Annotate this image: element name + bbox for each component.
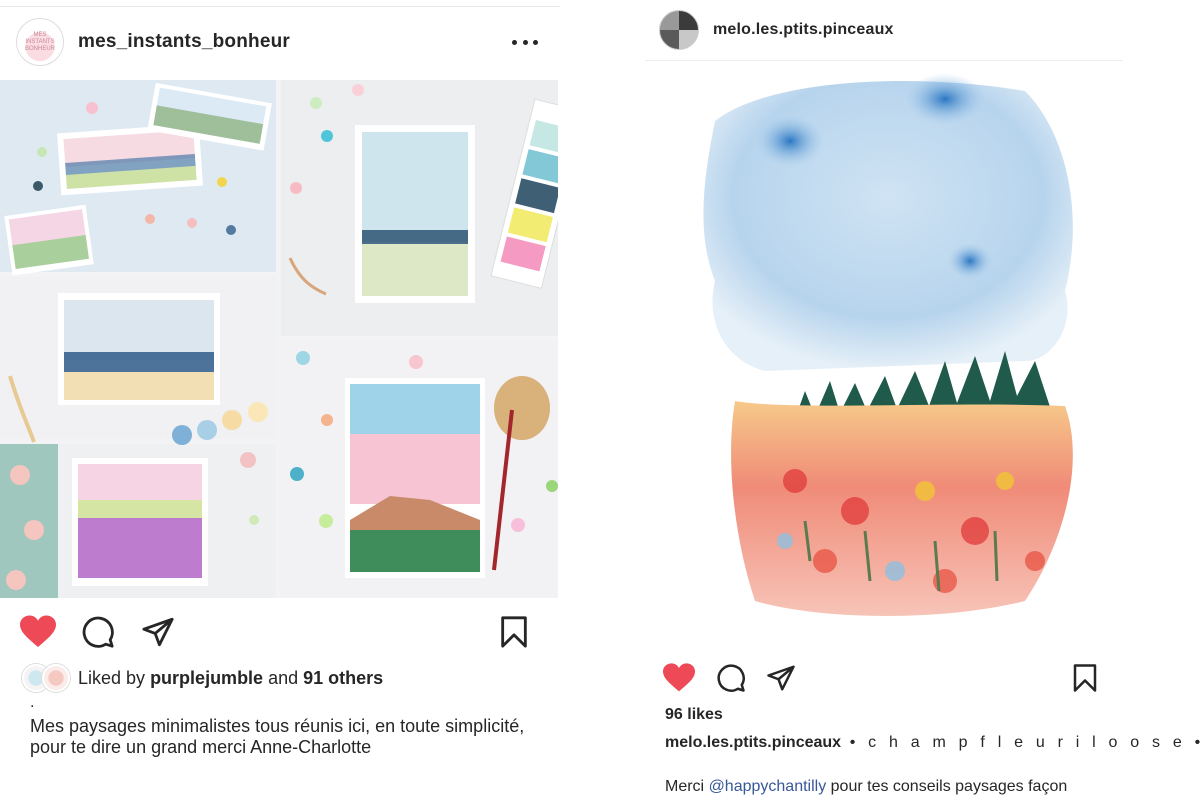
liker-avatar — [42, 664, 70, 692]
action-bar — [0, 612, 560, 652]
caption-username[interactable]: melo.les.ptits.pinceaux — [665, 734, 841, 751]
collage-image — [0, 80, 558, 598]
caption-dot: . — [30, 694, 35, 711]
caption2-suffix: pour tes conseils paysages façon — [826, 778, 1068, 795]
share-icon[interactable] — [761, 658, 801, 698]
avatar[interactable]: MES INSTANTS BONHEUR — [16, 18, 64, 66]
caption: Mes paysages minimalistes tous réunis ic… — [30, 716, 525, 757]
divider — [0, 6, 560, 7]
heart-icon[interactable] — [18, 612, 58, 652]
watercolor-image — [703, 73, 1073, 616]
liked-and: and — [268, 667, 299, 688]
post-image[interactable] — [0, 80, 558, 598]
post-right: melo.les.ptits.pinceaux 96 likes melo.le… — [645, 0, 1200, 800]
bookmark-icon[interactable] — [1065, 658, 1105, 698]
more-icon[interactable] — [512, 30, 538, 54]
share-icon[interactable] — [138, 612, 178, 652]
liked-by-row[interactable]: Liked by purplejumble and 91 others — [22, 664, 383, 692]
caption2-prefix: Merci — [665, 778, 709, 795]
liked-user[interactable]: purplejumble — [150, 668, 263, 688]
liked-others[interactable]: 91 others — [303, 668, 383, 688]
bookmark-icon[interactable] — [494, 612, 534, 652]
heart-icon[interactable] — [659, 658, 699, 698]
caption-continued: Merci @happychantilly pour tes conseils … — [665, 778, 1067, 796]
post-left: MES INSTANTS BONHEUR mes_instants_bonheu… — [0, 0, 560, 800]
likes-count[interactable]: 96 likes — [665, 706, 723, 724]
liked-by-text: Liked by purplejumble and 91 others — [78, 668, 383, 689]
avatar-logo: MES INSTANTS BONHEUR — [25, 31, 56, 52]
caption-text: • c h a m p f l e u r i l o o s e • — [841, 734, 1200, 751]
liked-prefix: Liked by — [78, 667, 146, 688]
username[interactable]: melo.les.ptits.pinceaux — [713, 21, 894, 39]
mention-link[interactable]: @happychantilly — [709, 778, 827, 795]
action-bar — [645, 658, 1125, 698]
avatar[interactable] — [659, 10, 699, 50]
username[interactable]: mes_instants_bonheur — [78, 31, 290, 53]
comment-icon[interactable] — [78, 612, 118, 652]
comment-icon[interactable] — [711, 658, 751, 698]
post-header: MES INSTANTS BONHEUR mes_instants_bonheu… — [0, 14, 560, 70]
caption: melo.les.ptits.pinceaux • c h a m p f l … — [665, 734, 1200, 752]
post-image[interactable] — [645, 60, 1123, 649]
post-header: melo.les.ptits.pinceaux — [645, 10, 1125, 50]
